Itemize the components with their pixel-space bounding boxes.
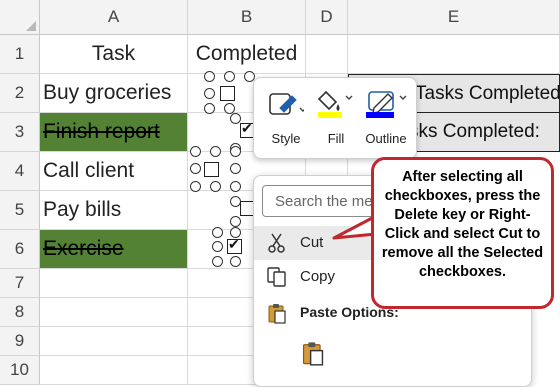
- row-header-9[interactable]: 9: [0, 327, 40, 356]
- row-header-1[interactable]: 1: [0, 35, 40, 74]
- row-header-5[interactable]: 5: [0, 191, 40, 230]
- paste-clipboard-icon: [302, 342, 324, 366]
- mini-toolbar: Style Fill Outline: [253, 77, 417, 159]
- selection-handle[interactable]: [224, 71, 235, 82]
- outline-pen-icon: [366, 91, 407, 118]
- checkbox-checked[interactable]: [227, 236, 242, 254]
- selection-handle[interactable]: [212, 241, 223, 252]
- task-cell[interactable]: Buy groceries: [40, 74, 188, 113]
- row-header-6[interactable]: 6: [0, 230, 40, 269]
- selection-handle[interactable]: [190, 146, 201, 157]
- instruction-callout: After selecting all checkboxes, press th…: [371, 157, 554, 309]
- style-button[interactable]: Style: [262, 84, 310, 152]
- row-header-7[interactable]: 7: [0, 269, 40, 298]
- selection-handle[interactable]: [230, 216, 241, 227]
- row-header-4[interactable]: 4: [0, 152, 40, 191]
- cell-a8[interactable]: [40, 298, 188, 327]
- task-header-cell[interactable]: Task: [40, 35, 188, 74]
- row-header-10[interactable]: 10: [0, 356, 40, 385]
- selection-handle[interactable]: [210, 181, 221, 192]
- cell-a10[interactable]: [40, 356, 188, 385]
- selection-handle[interactable]: [230, 181, 241, 192]
- row-header-8[interactable]: 8: [0, 298, 40, 327]
- copy-label: Copy: [300, 268, 336, 285]
- fill-button[interactable]: Fill: [314, 84, 358, 152]
- selection-handle[interactable]: [230, 146, 241, 157]
- copy-icon: [267, 267, 286, 287]
- selection-handle[interactable]: [190, 163, 201, 174]
- selection-handle[interactable]: [212, 227, 223, 238]
- scissors-icon: [268, 233, 285, 253]
- selection-handle[interactable]: [204, 88, 215, 99]
- task-cell[interactable]: Pay bills: [40, 191, 188, 230]
- cell-a9[interactable]: [40, 327, 188, 356]
- cut-label: Cut: [300, 234, 324, 251]
- column-header-a[interactable]: A: [40, 0, 188, 35]
- search-placeholder: Search the me: [275, 192, 373, 210]
- outline-button[interactable]: Outline: [360, 84, 412, 152]
- task-cell-completed[interactable]: Exercise: [40, 230, 188, 269]
- select-all-corner[interactable]: [0, 0, 40, 35]
- selection-handle[interactable]: [204, 103, 215, 114]
- selection-handle[interactable]: [190, 181, 201, 192]
- row-header-3[interactable]: 3: [0, 113, 40, 152]
- style-label: Style: [271, 131, 301, 146]
- outline-label: Outline: [365, 131, 407, 146]
- selection-handle[interactable]: [210, 146, 221, 157]
- row-header-2[interactable]: 2: [0, 74, 40, 113]
- fill-bucket-icon: [317, 90, 353, 118]
- checkbox[interactable]: [220, 86, 235, 101]
- fill-label: Fill: [327, 131, 345, 146]
- paste-button[interactable]: [300, 340, 326, 366]
- checkbox[interactable]: [204, 162, 219, 177]
- selection-handle[interactable]: [212, 256, 223, 267]
- cell-a7[interactable]: [40, 269, 188, 298]
- selection-handle[interactable]: [230, 163, 241, 174]
- selection-handle[interactable]: [230, 256, 241, 267]
- column-header-d[interactable]: D: [306, 0, 348, 35]
- shape-style-icon: [269, 93, 304, 115]
- task-cell[interactable]: Call client: [40, 152, 188, 191]
- cell-d1[interactable]: [306, 35, 348, 74]
- column-header-b[interactable]: B: [188, 0, 306, 35]
- cell-e1[interactable]: [348, 35, 560, 74]
- task-cell-completed[interactable]: Finish report: [40, 113, 188, 152]
- completed-header-cell[interactable]: Completed: [188, 35, 306, 74]
- selection-handle[interactable]: [204, 71, 215, 82]
- column-header-e[interactable]: E: [348, 0, 560, 35]
- clipboard-icon: [268, 304, 286, 324]
